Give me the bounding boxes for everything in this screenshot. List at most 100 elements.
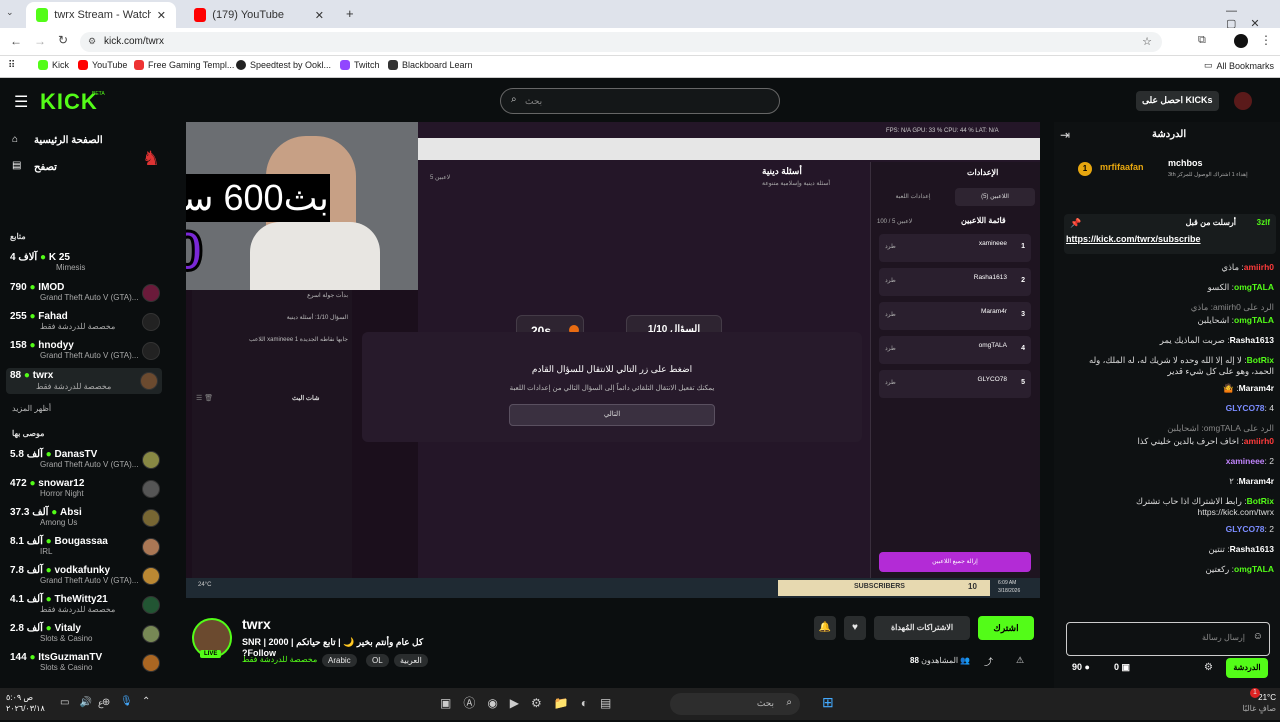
- rec-channel-3[interactable]: 37.3 آلف ● Absi Among Us: [10, 507, 160, 529]
- chat-username[interactable]: omgTALA: [1234, 564, 1274, 574]
- followed-channel-4[interactable]: 158 ● hnodyy Grand Theft Auto V (GTA)...: [10, 340, 160, 362]
- microphone-icon[interactable]: 🎙: [120, 696, 133, 707]
- tray-chevron-icon[interactable]: ⌃: [142, 696, 150, 707]
- channel-name[interactable]: twrx: [242, 616, 271, 632]
- pin-icon[interactable]: 📌: [1070, 218, 1081, 229]
- show-more-link[interactable]: أظهر المزيد: [12, 404, 51, 413]
- kick-logo[interactable]: KICK: [40, 89, 98, 115]
- close-icon[interactable]: ✕: [157, 9, 166, 22]
- game-settings-tab[interactable]: إعدادات اللعبة: [875, 188, 951, 206]
- all-bookmarks[interactable]: ▭ All Bookmarks: [1204, 60, 1274, 71]
- rec-channel-8[interactable]: 144 ● ItsGuzmanTV Slots & Casino: [10, 652, 160, 674]
- new-tab-button[interactable]: +: [346, 6, 354, 21]
- bookmark-youtube[interactable]: YouTube: [78, 60, 127, 70]
- chat-username[interactable]: BotRix: [1247, 496, 1274, 506]
- rec-channel-2[interactable]: 472 ● snowar12 Horror Night: [10, 478, 160, 500]
- bookmark-kick[interactable]: Kick: [38, 60, 69, 70]
- bookmark-star-icon[interactable]: ☆: [1142, 35, 1152, 48]
- next-button[interactable]: التالي: [509, 404, 715, 426]
- rec-channel-1[interactable]: 5.8 آلف ● DanasTV Grand Theft Auto V (GTA…: [10, 449, 160, 471]
- taskbar-search[interactable]: بحث ⌕: [670, 693, 800, 715]
- menu-icon[interactable]: ⋮: [1260, 33, 1272, 47]
- rec-channel-7[interactable]: 2.8 آلف ● Vitaly Slots & Casino: [10, 623, 160, 645]
- chat-message: Maram4r: ٢: [1229, 476, 1274, 486]
- bookmark-blackboard[interactable]: Blackboard Learn: [388, 60, 473, 70]
- forward-icon[interactable]: →: [34, 34, 46, 48]
- tab-list-button[interactable]: ⌄: [6, 7, 14, 18]
- bookmark-twitch[interactable]: Twitch: [340, 60, 380, 70]
- tag-chip[interactable]: العربية: [394, 654, 428, 667]
- share-icon[interactable]: ⤴: [984, 655, 993, 668]
- players-tab[interactable]: اللاعبين (5): [955, 188, 1035, 206]
- language-indicator[interactable]: ع: [98, 698, 103, 709]
- sidebar-browse[interactable]: تصفح: [34, 162, 57, 173]
- tag-chip[interactable]: Arabic: [322, 654, 357, 667]
- bookmark-speedtest[interactable]: Speedtest by Ookl...: [236, 60, 331, 70]
- rec-channel-4[interactable]: 8.1 آلف ● Bougassaa IRL: [10, 536, 160, 558]
- kick-player-button[interactable]: طرد: [885, 379, 896, 386]
- emoji-icon[interactable]: ☺: [1253, 631, 1263, 642]
- kick-player-button[interactable]: طرد: [885, 345, 896, 352]
- top-gifter-1[interactable]: mrfifaafan: [1100, 162, 1144, 172]
- start-windows-icon[interactable]: ⊞: [822, 694, 834, 711]
- apps-grid-icon[interactable]: ⠿: [8, 60, 15, 71]
- chat-username[interactable]: GLYCO78: [1226, 403, 1265, 413]
- site-info-icon[interactable]: ⚙: [88, 36, 96, 47]
- report-icon[interactable]: ⚠: [1016, 655, 1024, 666]
- tag-chip[interactable]: OL: [366, 654, 389, 667]
- subscribe-button[interactable]: اشترك: [978, 616, 1034, 640]
- follow-heart-icon[interactable]: ♥: [844, 616, 866, 640]
- sidebar-home[interactable]: الصفحة الرئيسية: [34, 135, 103, 146]
- rec-channel-5[interactable]: 7.8 آلف ● vodkafunky Grand Theft Auto V (…: [10, 565, 160, 587]
- back-icon[interactable]: ←: [10, 34, 22, 48]
- get-kicks-button[interactable]: احصل على KICKs: [1136, 91, 1219, 111]
- followed-channel-5-active[interactable]: 88 ● twrx مخصصة للدردشة فقط: [6, 368, 162, 394]
- remove-all-button[interactable]: إزالة جميع اللاعبين: [879, 552, 1031, 572]
- stream-video-player[interactable]: FPS: N/A GPU: 33 % CPU: 44 % LAT: N/A بث…: [186, 122, 1040, 598]
- pinned-link[interactable]: https://kick.com/twrx/subscribe: [1066, 234, 1201, 244]
- chat-username[interactable]: GLYCO78: [1226, 524, 1265, 534]
- followed-channel-3[interactable]: 255 ● Fahad مخصصة للدردشة فقط: [10, 311, 160, 333]
- bookmark-gaming-templates[interactable]: Free Gaming Templ...: [134, 60, 234, 70]
- kick-player-button[interactable]: طرد: [885, 277, 896, 284]
- tray-icons[interactable]: ▭🔊⊕: [60, 697, 120, 708]
- system-message: اللاعب xamineee جابها نقاطه الجديدة 1: [248, 337, 348, 343]
- search-bar[interactable]: ⌕ بحث: [500, 88, 780, 114]
- chat-username[interactable]: amiirh0: [1244, 262, 1274, 272]
- category-link[interactable]: مخصصة للدردشة فقط: [242, 655, 317, 664]
- hamburger-menu-icon[interactable]: ☰: [14, 92, 28, 112]
- avatar: [142, 480, 160, 498]
- top-gifter-2[interactable]: mchbos: [1168, 158, 1203, 168]
- gift-subs-button[interactable]: الاشتراكات المُهداة: [874, 616, 970, 640]
- chat-username[interactable]: omgTALA: [1234, 315, 1274, 325]
- kick-player-button[interactable]: طرد: [885, 243, 896, 250]
- clock[interactable]: ص ٥:٠٩ ٢٠٢٦/٠٣/١٨: [6, 692, 45, 714]
- window-controls[interactable]: —▢✕: [1226, 5, 1280, 30]
- url-field[interactable]: ⚙ kick.com/twrx ☆: [80, 32, 1162, 52]
- chat-input[interactable]: إرسال رسالة ☺: [1066, 622, 1270, 656]
- kick-player-button[interactable]: طرد: [885, 311, 896, 318]
- followed-channel-1[interactable]: 4 آلاف ● K 25 Mimesis: [10, 252, 160, 274]
- collapse-chat-icon[interactable]: ⇥: [1060, 128, 1070, 142]
- rec-channel-6[interactable]: 4.1 آلف ● TheWitty21 مخصصة للدردشة فقط: [10, 594, 160, 616]
- chat-username[interactable]: omgTALA: [1234, 282, 1274, 292]
- send-chat-button[interactable]: الدردشة: [1226, 658, 1268, 678]
- chat-username[interactable]: xamineee: [1226, 456, 1265, 466]
- tab-kick[interactable]: twrx Stream - Watch Live on Kick ✕: [26, 2, 176, 28]
- tab-youtube[interactable]: (179) YouTube ✕: [184, 2, 334, 28]
- profile-avatar[interactable]: [1234, 34, 1248, 48]
- chat-username[interactable]: BotRix: [1247, 355, 1274, 365]
- user-avatar[interactable]: [1234, 92, 1252, 110]
- reload-icon[interactable]: ↻: [58, 33, 68, 47]
- extensions-icon[interactable]: ⧉: [1198, 34, 1206, 47]
- chat-username[interactable]: Maram4r: [1239, 383, 1274, 393]
- chat-username[interactable]: amiirh0: [1244, 436, 1274, 446]
- chat-username[interactable]: Maram4r: [1239, 476, 1274, 486]
- notification-bell-icon[interactable]: 🔔: [814, 616, 836, 640]
- chat-username[interactable]: Rasha1613: [1230, 335, 1274, 345]
- pinned-message[interactable]: 📌 أرسلت من قبل 3zlf https://kick.com/twr…: [1064, 214, 1276, 254]
- close-icon[interactable]: ✕: [315, 9, 324, 22]
- chat-settings-gear-icon[interactable]: ⚙: [1204, 662, 1213, 673]
- chat-username[interactable]: Rasha1613: [1230, 544, 1274, 554]
- followed-channel-2[interactable]: 790 ● IMOD Grand Theft Auto V (GTA)...: [10, 282, 160, 304]
